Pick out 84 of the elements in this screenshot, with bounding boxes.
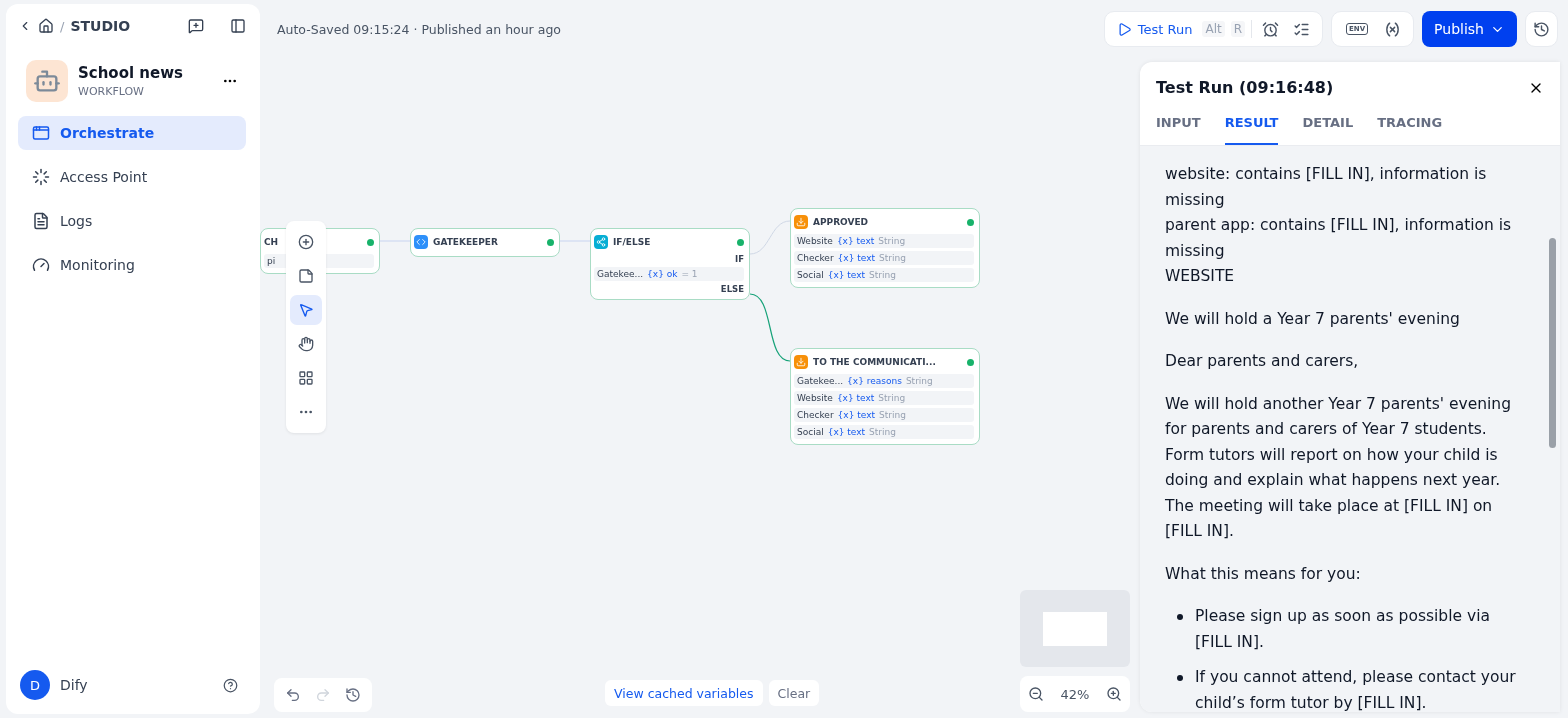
redo-icon <box>315 687 331 703</box>
node-variable-row: Website {x} text String <box>794 234 974 248</box>
panel-tab[interactable]: TRACING <box>1377 115 1443 145</box>
hand-icon <box>298 336 314 352</box>
pointer-tool[interactable] <box>290 295 322 325</box>
node-title: APPROVED <box>813 217 869 227</box>
view-cached-variables-button[interactable]: View cached variables <box>605 680 763 706</box>
clear-button[interactable]: Clear <box>768 680 820 706</box>
node-variable-row: Gatekee... {x} ok = 1 <box>594 267 744 281</box>
history-button[interactable] <box>1525 11 1558 47</box>
node-title: TO THE COMMUNICATI... <box>813 357 936 367</box>
app-type: WORKFLOW <box>78 85 145 98</box>
result-text: Dear parents and carers, <box>1165 351 1360 372</box>
breadcrumb-title: STUDIO <box>70 18 132 34</box>
node-title: CH <box>264 237 279 247</box>
play-icon <box>1116 21 1132 37</box>
shortcut-key: Alt <box>1202 21 1225 37</box>
zoom-out-icon[interactable] <box>1028 686 1045 702</box>
branch-label: IF <box>734 254 744 264</box>
sidebar-toggle-icon[interactable] <box>230 18 246 34</box>
node-variable-row: Gatekee... {x} reasons String <box>794 374 974 388</box>
node-title: GATEKEEPER <box>433 237 498 247</box>
success-icon <box>967 218 974 226</box>
workflow-node[interactable]: TO THE COMMUNICATI... Gatekee... {x} reasons String Website {x} text String Checker {x} text String Social {x} text String <box>790 348 980 445</box>
success-icon <box>367 238 374 246</box>
nav-item[interactable]: Logs <box>18 204 246 238</box>
help-icon[interactable] <box>223 677 238 693</box>
node-type-icon <box>794 215 808 229</box>
success-icon <box>547 238 554 246</box>
branch-label: ELSE <box>719 284 744 294</box>
nav-item[interactable]: Orchestrate <box>18 116 246 150</box>
chat-icon[interactable] <box>188 18 204 34</box>
result-bullet-text: Please sign up as soon as possible via [FILL IN]. <box>1195 606 1491 653</box>
pointer-icon <box>298 302 314 318</box>
blocks-icon <box>298 370 314 386</box>
node-type-icon <box>594 235 608 249</box>
success-icon <box>967 358 974 366</box>
app-name: School news <box>78 64 184 82</box>
result-text: We will hold another Year 7 parents' evening for parents and carers of Year 7 students. Form tutors will report on how your child is doing and explain what happens next year. The meeting will take place at [FILL IN] on [FILL IN]. <box>1165 393 1512 542</box>
save-status: Auto-Saved 09:15:24 · Published an hour ago <box>277 21 562 37</box>
result-bullet-text: If you cannot attend, please contact your child’s form tutor by [FILL IN]. <box>1195 667 1517 712</box>
test-run-button[interactable]: Test Run <box>1112 21 1197 37</box>
success-icon <box>737 238 744 246</box>
logs-icon <box>32 212 50 230</box>
node-type-icon <box>414 235 428 249</box>
note-icon <box>298 268 314 284</box>
panel-title: Test Run (09:16:48) <box>1156 78 1335 97</box>
workflow-node[interactable]: GATEKEEPER <box>410 228 560 257</box>
panel-tab[interactable]: DETAIL <box>1302 115 1354 145</box>
zoom-level: 42% <box>1060 686 1090 702</box>
result-text: What this means for you: <box>1165 563 1362 585</box>
workflow-node[interactable]: IF/ELSE IF Gatekee... {x} ok = 1 ELSE <box>590 228 750 300</box>
connector-line <box>749 220 791 255</box>
user-avatar[interactable]: D <box>20 670 50 700</box>
undo-icon <box>285 687 301 703</box>
node-variable-row: Checker {x} text String <box>794 251 974 265</box>
bullet-icon <box>1177 614 1183 620</box>
bullet-icon <box>1177 675 1183 681</box>
monitoring-icon <box>32 256 50 274</box>
history-icon <box>345 687 361 703</box>
node-type-icon <box>794 355 808 369</box>
breadcrumb-separator: / <box>60 18 65 34</box>
result-text: WEBSITE <box>1165 266 1236 287</box>
panel-tab[interactable]: INPUT <box>1156 115 1201 145</box>
publish-button[interactable]: Publish <box>1422 11 1517 47</box>
add-icon <box>298 234 314 250</box>
node-title: IF/ELSE <box>613 237 651 247</box>
workflow-node[interactable]: APPROVED Website {x} text String Checker {x} text String Social {x} text String <box>790 208 980 288</box>
result-text: We will hold a Year 7 parents' evening <box>1165 308 1461 330</box>
history-icon <box>1533 20 1550 38</box>
nav-item[interactable]: Access Point <box>18 160 246 194</box>
nav-item[interactable]: Monitoring <box>18 248 246 282</box>
user-name: Dify <box>60 677 89 693</box>
node-variable-row: Website {x} text String <box>794 391 974 405</box>
zoom-in-icon[interactable] <box>1105 686 1122 702</box>
connector-line <box>749 293 791 362</box>
result-text: parent app: contains [FILL IN], information is missing <box>1165 215 1513 262</box>
scrollbar[interactable] <box>1549 238 1556 448</box>
shortcut-key: R <box>1230 21 1246 37</box>
home-icon[interactable] <box>38 18 54 34</box>
node-variable-row: Checker {x} text String <box>794 408 974 422</box>
node-variable-row: Social {x} text String <box>794 268 974 282</box>
robot-avatar <box>26 60 68 102</box>
node-variable-row: Social {x} text String <box>794 425 974 439</box>
